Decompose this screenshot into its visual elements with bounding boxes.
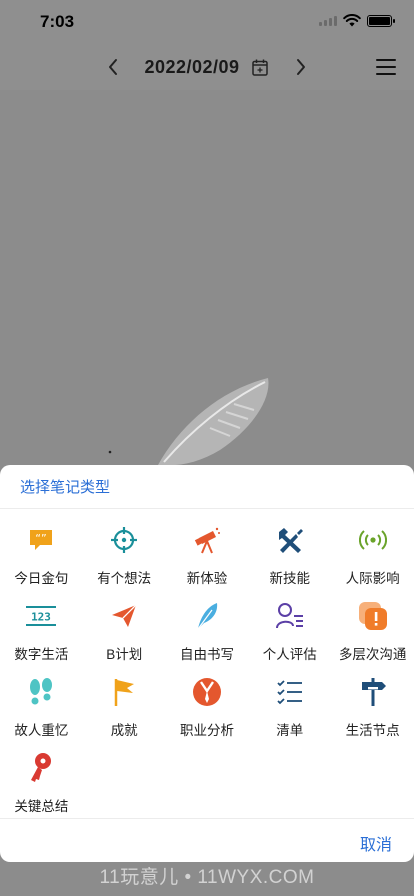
menu-icon	[376, 59, 396, 61]
note-type-label: 生活节点	[345, 723, 400, 738]
broadcast-icon	[358, 530, 387, 550]
note-type-label: 有个想法	[97, 571, 152, 586]
note-type-skill[interactable]: 新技能	[248, 519, 331, 595]
watermark: 11玩意儿 • 11WYX.COM	[99, 867, 315, 888]
telescope-icon	[194, 527, 220, 554]
note-type-label: 自由书写	[179, 647, 234, 662]
signpost-icon	[361, 678, 386, 706]
note-type-idea[interactable]: 有个想法	[83, 519, 166, 595]
note-type-achievement[interactable]: 成就	[83, 671, 166, 747]
note-type-communication[interactable]: 多层次沟通	[331, 595, 414, 671]
tools-icon	[278, 528, 303, 553]
note-type-label: 多层次沟通	[338, 647, 407, 662]
battery-icon	[367, 14, 395, 27]
status-time: 7:03	[40, 12, 75, 31]
next-day-button[interactable]	[286, 52, 316, 82]
feather-icon	[197, 603, 218, 630]
svg-text:“”: “”	[36, 532, 47, 545]
note-type-label: 新体验	[186, 571, 228, 586]
note-type-plan-b[interactable]: B计划	[83, 595, 166, 671]
sheet-footer: 取消	[0, 818, 414, 862]
suit-icon	[192, 678, 221, 706]
note-type-sheet: 选择笔记类型 “” 今日金句 有个想法 新体验 新技能 人际影响 123 数字生…	[0, 465, 414, 862]
note-type-digital[interactable]: 123 数字生活	[0, 595, 83, 671]
note-type-label: 职业分析	[179, 723, 234, 738]
flag-icon	[114, 679, 135, 706]
menu-button[interactable]	[374, 56, 398, 78]
note-type-influence[interactable]: 人际影响	[331, 519, 414, 595]
note-type-quote[interactable]: “” 今日金句	[0, 519, 83, 595]
chevron-right-icon	[296, 59, 305, 75]
calendar-icon	[251, 59, 268, 76]
checklist-icon	[277, 680, 302, 705]
current-date[interactable]: 2022/02/09	[144, 57, 239, 78]
calendar-button[interactable]	[248, 55, 272, 79]
note-type-old-friends[interactable]: 故人重忆	[0, 671, 83, 747]
note-type-label: 新技能	[269, 571, 311, 586]
target-icon	[111, 527, 138, 553]
quote-icon: “”	[30, 530, 53, 550]
paper-plane-icon	[112, 604, 137, 627]
user-list-icon	[275, 603, 303, 629]
prev-day-button[interactable]	[98, 52, 128, 82]
note-type-label: 成就	[110, 723, 138, 738]
nav-bar: 2022/02/09	[0, 44, 414, 90]
key-icon	[31, 753, 52, 782]
chevron-left-icon	[109, 59, 118, 75]
note-type-key-summary[interactable]: 关键总结	[0, 747, 83, 823]
note-type-label: B计划	[106, 647, 143, 662]
note-type-life-milestone[interactable]: 生活节点	[331, 671, 414, 747]
note-type-label: 清单	[276, 723, 304, 738]
note-type-label: 数字生活	[14, 647, 69, 662]
note-type-self-assessment[interactable]: 个人评估	[248, 595, 331, 671]
signal-icon	[319, 15, 337, 26]
note-type-label: 故人重忆	[14, 723, 69, 738]
note-type-label: 个人评估	[262, 647, 317, 662]
cancel-button[interactable]: 取消	[360, 831, 392, 855]
chat-alert-icon	[358, 602, 387, 630]
note-type-label: 关键总结	[14, 799, 69, 814]
feather-illustration	[108, 378, 269, 466]
note-type-label: 今日金句	[14, 571, 69, 586]
note-type-checklist[interactable]: 清单	[248, 671, 331, 747]
sheet-title: 选择笔记类型	[0, 465, 414, 509]
digits-icon: 123	[26, 606, 57, 626]
svg-text:123: 123	[31, 611, 51, 624]
note-type-experience[interactable]: 新体验	[166, 519, 249, 595]
status-icons	[319, 14, 395, 27]
note-type-grid: “” 今日金句 有个想法 新体验 新技能 人际影响 123 数字生活 B计划 自…	[0, 509, 414, 823]
footprints-icon	[30, 678, 53, 705]
note-type-label: 人际影响	[345, 571, 400, 586]
wifi-icon	[343, 14, 361, 27]
status-bar: 7:03	[0, 0, 414, 44]
note-type-career[interactable]: 职业分析	[166, 671, 249, 747]
note-type-free-writing[interactable]: 自由书写	[166, 595, 249, 671]
